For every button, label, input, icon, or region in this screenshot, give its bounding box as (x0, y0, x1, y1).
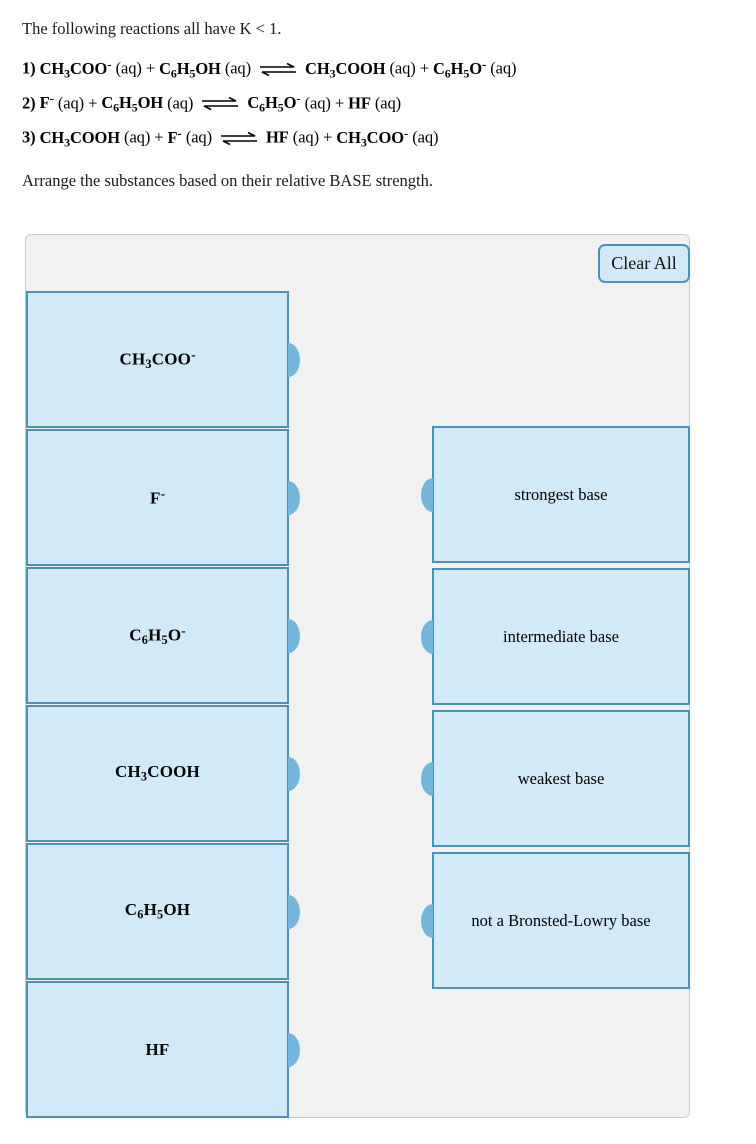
target-tile-label: weakest base (517, 768, 605, 788)
connector-knob-icon (288, 756, 300, 791)
prompt-intro: The following reactions all have K < 1. (22, 19, 282, 38)
source-tile-column: CH3COO- F- C6H5O- CH3COOH C6H5OH HF (26, 291, 300, 1119)
phase-label: (aq) (115, 58, 142, 78)
arrange-activity-panel: Clear All CH3COO- F- C6H5O- CH3COOH C6H5… (25, 234, 690, 1118)
target-tile-not-a-base[interactable]: not a Bronsted-Lowry base (421, 852, 690, 989)
source-tile[interactable]: C6H5O- (26, 567, 300, 704)
formula-ch3cooh: CH3COOH (305, 58, 386, 80)
formula-c6h5o-minus: C6H5O- (432, 57, 487, 80)
target-tile-label: not a Bronsted-Lowry base (471, 910, 651, 930)
phase-label: (aq) (124, 127, 151, 147)
source-tile-label: C6H5O- (129, 623, 186, 647)
phase-label: (aq) (412, 127, 439, 147)
connector-knob-icon (421, 761, 433, 796)
formula-f-minus: F- (39, 91, 54, 113)
connector-knob-icon (288, 1032, 300, 1067)
source-tile-label: CH3COOH (115, 762, 200, 784)
phase-label: (aq) (185, 127, 212, 147)
plus-sign: + (419, 58, 429, 78)
connector-knob-icon (288, 618, 300, 653)
source-tile-label: HF (145, 1039, 170, 1059)
equation-row: 2) F- (aq) + C6H5OH (aq) C6H5O- (aq) + H… (22, 91, 732, 115)
source-tile[interactable]: F- (26, 429, 300, 566)
source-tile[interactable]: C6H5OH (26, 843, 300, 980)
source-tile[interactable]: CH3COOH (26, 705, 300, 842)
connector-knob-icon (288, 894, 300, 929)
formula-ch3coo-minus: CH3COO- (39, 57, 112, 80)
plus-sign: + (323, 127, 333, 147)
plus-sign: + (88, 93, 98, 113)
connector-knob-icon (421, 903, 433, 938)
phase-label: (aq) (490, 58, 517, 78)
source-tile[interactable]: CH3COO- (26, 291, 300, 428)
phase-label: (aq) (374, 93, 402, 113)
connector-knob-icon (421, 619, 433, 654)
phase-label: (aq) (167, 93, 194, 113)
plus-sign: + (154, 127, 164, 147)
target-tile-strongest-base[interactable]: strongest base (421, 426, 690, 563)
prompt-instruction: Arrange the substances based on their re… (22, 171, 434, 190)
equation-row: 3) CH3COOH (aq) + F- (aq) HF (aq) + CH3C… (22, 127, 732, 149)
formula-hf: HF (266, 127, 289, 147)
plus-sign: + (145, 58, 156, 78)
source-tile-label: C6H5OH (124, 900, 191, 922)
source-tile-label: F- (149, 486, 165, 508)
formula-c6h5oh: C6H5OH (159, 58, 221, 80)
connector-knob-icon (288, 480, 300, 515)
equation-list: 1) CH3COO- (aq) + C6H5OH (aq) CH3COOH (a… (22, 58, 732, 149)
formula-ch3cooh: CH3COOH (39, 127, 121, 150)
phase-label: (aq) (224, 58, 251, 78)
formula-ch3coo-minus: CH3COO- (336, 126, 409, 150)
source-tile-label: CH3COO- (119, 347, 196, 371)
plus-sign: + (334, 93, 345, 113)
phase-label: (aq) (292, 127, 319, 147)
source-tile[interactable]: HF (26, 981, 300, 1118)
phase-label: (aq) (389, 58, 416, 78)
equation-number: 3) (22, 127, 36, 147)
formula-c6h5oh: C6H5OH (101, 93, 164, 115)
target-tile-intermediate-base[interactable]: intermediate base (421, 568, 690, 705)
equation-number: 1) (22, 58, 36, 78)
equation-row: 1) CH3COO- (aq) + C6H5OH (aq) CH3COOH (a… (22, 58, 732, 80)
phase-label: (aq) (57, 93, 85, 113)
equilibrium-arrow-icon (200, 96, 240, 113)
connector-knob-icon (421, 477, 433, 512)
target-tile-label: intermediate base (503, 626, 619, 646)
equation-number: 2) (22, 93, 36, 113)
formula-c6h5o-minus: C6H5O- (247, 91, 301, 115)
target-tile-weakest-base[interactable]: weakest base (421, 710, 690, 847)
target-tile-label: strongest base (514, 484, 608, 504)
target-tile-column: strongest base intermediate base weakest… (421, 426, 690, 994)
prompt-block: The following reactions all have K < 1. … (22, 18, 732, 191)
formula-hf: HF (348, 93, 371, 113)
equilibrium-arrow-icon (219, 131, 259, 148)
formula-f-minus: F- (167, 126, 182, 147)
clear-all-button[interactable]: Clear All (598, 244, 690, 283)
phase-label: (aq) (304, 93, 331, 113)
equilibrium-arrow-icon (258, 62, 298, 79)
connector-knob-icon (288, 342, 300, 377)
